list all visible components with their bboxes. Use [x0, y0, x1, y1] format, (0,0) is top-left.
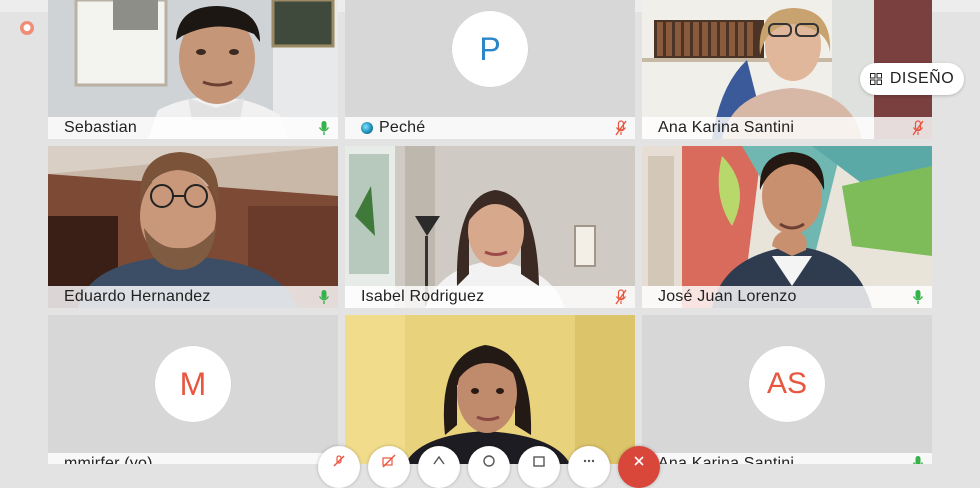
share-icon	[433, 455, 445, 465]
avatar-initial: M	[179, 365, 207, 402]
layout-button-label: DISEÑO	[889, 70, 955, 87]
grid-icon	[869, 73, 882, 85]
participant-tile-eduardo[interactable]: Eduardo Hernandez	[48, 146, 338, 308]
hangup-button[interactable]	[618, 446, 660, 488]
name-bar: Isabel Rodriguez	[345, 286, 635, 308]
participant-name-wrap: Peché	[345, 119, 425, 137]
participant-tile-peche[interactable]: P Peché	[345, 0, 635, 139]
participant-name: mmirfer (yo)	[64, 455, 153, 464]
more-button[interactable]	[568, 446, 610, 488]
participants-button[interactable]	[518, 446, 560, 488]
name-bar: Eduardo Hernandez	[48, 286, 338, 308]
mic-muted-icon	[333, 455, 345, 467]
more-icon	[583, 459, 595, 463]
name-bar: Sebastian	[48, 117, 338, 139]
participant-name: Sebastian	[64, 119, 137, 136]
participant-name: Ana Karina Santini	[658, 119, 795, 136]
participant-video	[642, 146, 932, 308]
layout-button[interactable]: DISEÑO	[860, 63, 964, 95]
participant-video	[48, 146, 338, 308]
mic-off-icon	[912, 120, 924, 136]
avatar-initial: AS	[766, 367, 808, 400]
participant-tile-jose-juan[interactable]: José Juan Lorenzo	[642, 146, 932, 308]
mic-on-icon	[318, 290, 330, 304]
hangup-icon	[634, 456, 644, 466]
name-bar: Ana Karina Santini	[642, 453, 932, 464]
avatar: AS	[748, 345, 826, 423]
avatar: P	[451, 10, 529, 88]
participant-tile-self[interactable]: M mmirfer (yo)	[48, 315, 338, 464]
camera-button[interactable]	[368, 446, 410, 488]
mic-on-icon	[318, 121, 330, 135]
participant-tile-video[interactable]	[345, 315, 635, 464]
participant-video	[345, 315, 635, 464]
mute-button[interactable]	[318, 446, 360, 488]
participants-icon	[533, 456, 545, 467]
chat-button[interactable]	[468, 446, 510, 488]
share-button[interactable]	[418, 446, 460, 488]
participant-name: Eduardo Hernandez	[64, 288, 211, 305]
avatar: M	[154, 345, 232, 423]
name-bar: José Juan Lorenzo	[642, 286, 932, 308]
mic-off-icon	[615, 289, 627, 305]
participant-tile-sebastian[interactable]: Sebastian	[48, 0, 338, 139]
participant-name: Peché	[379, 119, 426, 136]
name-bar: Peché	[345, 117, 635, 139]
mic-on-icon	[912, 456, 924, 464]
participant-name: José Juan Lorenzo	[658, 288, 797, 305]
chat-icon	[483, 455, 495, 467]
avatar-initial: P	[479, 30, 501, 67]
status-icon	[361, 121, 373, 134]
name-bar: mmirfer (yo)	[48, 453, 338, 464]
participant-tile-isabel[interactable]: Isabel Rodriguez	[345, 146, 635, 308]
mic-off-icon	[615, 120, 627, 136]
participant-name: Isabel Rodriguez	[361, 288, 485, 305]
camera-off-icon	[382, 454, 396, 468]
recording-icon: ●	[20, 21, 34, 35]
participant-name: Ana Karina Santini	[658, 455, 795, 464]
mic-on-icon	[912, 290, 924, 304]
participant-tile-ana-karina-avatar[interactable]: AS Ana Karina Santini	[642, 315, 932, 464]
name-bar: Ana Karina Santini	[642, 117, 932, 139]
participant-video	[345, 146, 635, 308]
